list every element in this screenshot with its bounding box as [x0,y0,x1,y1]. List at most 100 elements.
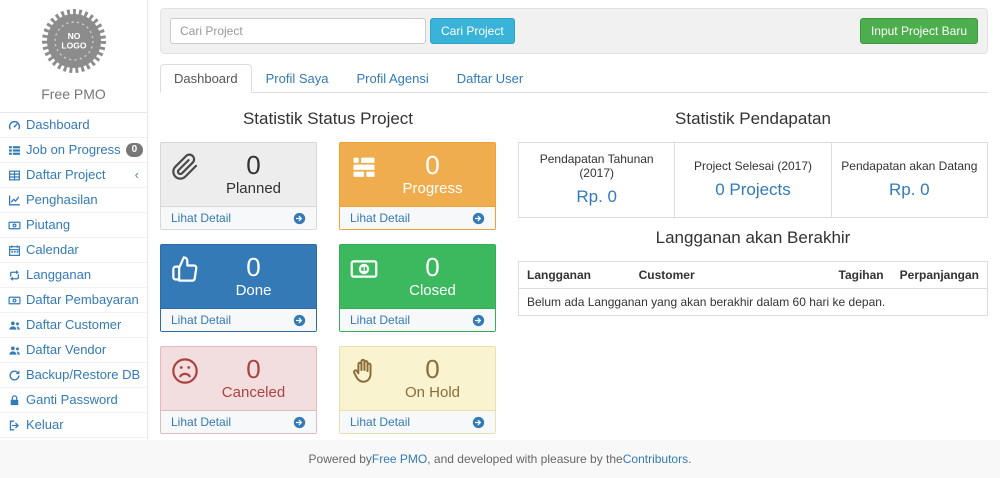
sidebar-item-label: Job on Progress [26,143,121,157]
status-count: 0 [380,151,485,179]
status-label: Progress [380,179,485,198]
sidebar-item-daftar-project[interactable]: Daftar Project ‹ [0,163,147,188]
stat-value: Rp. 0 [525,187,668,207]
column-header-customer: Customer [631,262,826,289]
footer-text: . [688,452,691,466]
card-text: 0 Closed [380,253,485,300]
income-section-title: Statistik Pendapatan [518,109,988,129]
lihat-detail-link[interactable]: Lihat Detail [340,410,495,433]
sidebar-item-label: Backup/Restore DB [26,368,140,382]
sidebar-item-ganti-password[interactable]: Ganti Password [0,388,147,413]
card-body: 0 Planned [161,143,316,206]
lihat-detail-link[interactable]: Lihat Detail [340,206,495,229]
sidebar-item-calendar[interactable]: Calendar [0,238,147,263]
free-pmo-link[interactable]: Free PMO [372,452,427,466]
status-count: 0 [201,253,306,281]
status-label: On Hold [380,383,485,402]
card-body: 0 Done [161,245,316,308]
refresh-icon [8,369,21,382]
stat-cell: Pendapatan Tahunan (2017) Rp. 0 [519,143,675,218]
sidebar-item-label: Daftar Vendor [26,343,106,357]
sidebar-item-label: Langganan [26,268,91,282]
dashboard-panel: Statistik Status Project 0 Planned [160,93,988,434]
arrow-circle-right-icon [293,212,306,225]
lihat-detail-label: Lihat Detail [350,415,410,429]
arrow-circle-right-icon [293,416,306,429]
lihat-detail-label: Lihat Detail [350,313,410,327]
tab-bar: Dashboard Profil Saya Profil Agensi Daft… [160,64,988,93]
sidebar: NO LOGO Free PMO Dashboard Job on Progre… [0,0,148,440]
sidebar-item-backup-restore-db[interactable]: Backup/Restore DB [0,363,147,388]
lihat-detail-label: Lihat Detail [171,415,231,429]
status-label: Done [201,281,306,300]
sidebar-item-daftar-customer[interactable]: Daftar Customer [0,313,147,338]
lihat-detail-link[interactable]: Lihat Detail [340,308,495,331]
status-label: Canceled [201,383,306,402]
sidebar-item-dashboard[interactable]: Dashboard [0,113,147,138]
card-text: 0 Canceled [201,355,306,402]
status-section: Statistik Status Project 0 Planned [160,103,496,434]
search-panel: Cari Project Input Project Baru [160,8,988,54]
card-body: 0 Progress [340,143,495,206]
tab-profil-saya[interactable]: Profil Saya [252,64,343,93]
stat-value: Rp. 0 [838,180,981,200]
sidebar-item-label: Dashboard [26,118,90,132]
card-text: 0 Done [201,253,306,300]
sidebar-item-piutang[interactable]: Piutang [0,213,147,238]
tab-profil-agensi[interactable]: Profil Agensi [342,64,442,93]
tab-dashboard[interactable]: Dashboard [160,64,252,93]
arrow-circle-right-icon [472,212,485,225]
income-section: Statistik Pendapatan Pendapatan Tahunan … [518,103,988,434]
page: NO LOGO Free PMO Dashboard Job on Progre… [0,0,1000,478]
sidebar-item-daftar-pembayaran[interactable]: Daftar Pembayaran [0,288,147,313]
logo-text-line1: NO [67,31,80,41]
lihat-detail-link[interactable]: Lihat Detail [161,308,316,331]
status-count: 0 [201,151,306,179]
sidebar-item-label: Daftar Project [26,168,105,182]
sidebar-item-label: Piutang [26,218,70,232]
frown-icon [171,357,201,390]
arrow-circle-right-icon [472,416,485,429]
sidebar-item-label: Calendar [26,243,79,257]
lock-icon [8,394,21,407]
sidebar-item-daftar-vendor[interactable]: Daftar Vendor [0,338,147,363]
users-icon [8,344,21,357]
dashboard-icon [8,119,21,132]
logo-text-line2: LOGO [61,41,87,51]
money-icon [8,294,21,307]
arrow-circle-right-icon [472,314,485,327]
card-text: 0 Planned [201,151,306,198]
lihat-detail-label: Lihat Detail [171,313,231,327]
contributors-link[interactable]: Contributors [623,452,688,466]
sidebar-item-penghasilan[interactable]: Penghasilan [0,188,147,213]
tab-daftar-user[interactable]: Daftar User [443,64,537,93]
sidebar-item-job-on-progress[interactable]: Job on Progress 0 [0,138,147,163]
sidebar-item-label: Keluar [26,418,64,432]
search-input[interactable] [170,18,426,44]
card-body: 0 On Hold [340,347,495,410]
new-project-button[interactable]: Input Project Baru [860,18,978,44]
sidebar-item-keluar[interactable]: Keluar [0,413,147,438]
sidebar-item-label: Ganti Password [26,393,118,407]
footer-text: , and developed with pleasure by the [427,452,622,466]
stat-cell: Pendapatan akan Datang Rp. 0 [831,143,987,218]
lihat-detail-link[interactable]: Lihat Detail [161,206,316,229]
sidebar-item-label: Daftar Pembayaran [26,293,139,307]
sidebar-item-label: Penghasilan [26,193,98,207]
lihat-detail-label: Lihat Detail [171,211,231,225]
column-header-tagihan: Tagihan [826,262,892,289]
lihat-detail-link[interactable]: Lihat Detail [161,410,316,433]
card-body: 0 Closed [340,245,495,308]
logo: NO LOGO [0,0,147,82]
no-logo-seal-icon: NO LOGO [38,5,110,77]
job-count-badge: 0 [126,143,144,157]
stat-label: Pendapatan Tahunan (2017) [525,152,668,180]
status-card-on-hold: 0 On Hold Lihat Detail [339,346,496,434]
stat-value: 0 Projects [681,180,824,200]
status-card-closed: 0 Closed Lihat Detail [339,244,496,332]
column-header-langganan: Langganan [519,262,631,289]
money-icon [8,219,21,232]
sidebar-item-langganan[interactable]: Langganan [0,263,147,288]
subscription-section-title: Langganan akan Berakhir [518,228,988,248]
search-button[interactable]: Cari Project [430,18,515,44]
